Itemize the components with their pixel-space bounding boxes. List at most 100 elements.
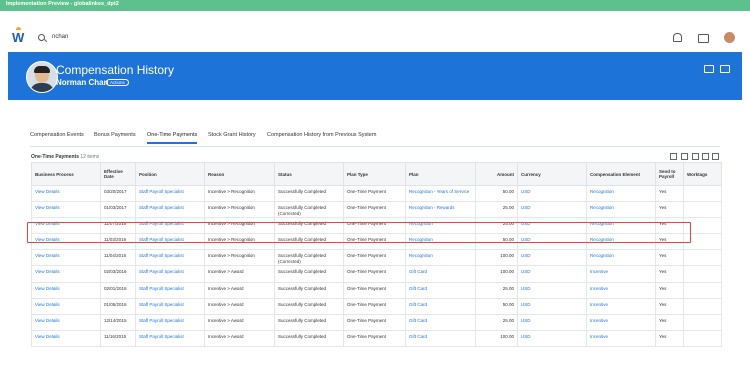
- table-cell[interactable]: Incentive: [586, 265, 656, 283]
- expand-icon[interactable]: [712, 153, 719, 160]
- column-header[interactable]: Reason: [204, 162, 275, 186]
- table-cell[interactable]: Staff Payroll Specialist: [135, 329, 205, 347]
- column-header[interactable]: Effective Date: [100, 162, 136, 186]
- table-cell[interactable]: Staff Payroll Specialist: [135, 184, 205, 203]
- table-cell: Successfully Completed: [274, 313, 344, 331]
- table-row: View Details 11/03/2016 Staff Payroll Spec…: [31, 233, 722, 251]
- table-row: View Details 02/01/2016 Staff Payroll Spec…: [31, 281, 722, 299]
- actions-badge[interactable]: Actions: [106, 79, 129, 86]
- table-cell[interactable]: Staff Payroll Specialist: [135, 265, 205, 283]
- tab-one-time-payments[interactable]: One-Time Payments: [147, 132, 198, 144]
- table-cell[interactable]: USD: [517, 297, 587, 315]
- tab-bonus-payments[interactable]: Bonus Payments: [94, 132, 136, 138]
- column-header[interactable]: Amount: [475, 162, 518, 186]
- table-view-icon[interactable]: [702, 153, 709, 160]
- table-cell[interactable]: Incentive: [586, 297, 656, 315]
- table-cell[interactable]: Recognition: [586, 233, 656, 251]
- table-cell: Successfully Completed (Corrected): [274, 249, 344, 267]
- table-cell[interactable]: Recognition: [405, 217, 476, 235]
- table-cell[interactable]: Recognition: [586, 217, 656, 235]
- search-icon[interactable]: [38, 34, 45, 41]
- table-cell[interactable]: Incentive: [586, 313, 656, 331]
- table-cell[interactable]: USD: [517, 313, 587, 331]
- table-cell: One-Time Payment: [343, 265, 406, 283]
- table-cell[interactable]: Recognition - Years of Service: [405, 184, 476, 203]
- table-cell[interactable]: Recognition: [586, 249, 656, 267]
- table-cell[interactable]: View Details: [31, 281, 101, 299]
- table-cell[interactable]: USD: [517, 233, 587, 251]
- table-cell[interactable]: Staff Payroll Specialist: [135, 201, 205, 219]
- table-cell: 100.00: [475, 329, 518, 347]
- table-cell[interactable]: Staff Payroll Specialist: [135, 217, 205, 235]
- table-cell[interactable]: Gift Card: [405, 265, 476, 283]
- table-cell[interactable]: Recognition: [405, 233, 476, 251]
- column-header[interactable]: Status: [274, 162, 344, 186]
- table-cell[interactable]: View Details: [31, 201, 101, 219]
- table-cell[interactable]: Gift Card: [405, 329, 476, 347]
- table-cell: [683, 313, 722, 331]
- table-cell[interactable]: USD: [517, 329, 587, 347]
- worker-name[interactable]: Norman Chan: [56, 78, 108, 87]
- table-cell[interactable]: Recognition: [405, 249, 476, 267]
- table-cell: Yes: [655, 184, 684, 203]
- column-header[interactable]: Send to Payroll: [655, 162, 684, 186]
- print-icon[interactable]: [720, 65, 730, 73]
- column-header[interactable]: Business Process: [31, 162, 101, 186]
- table-row: View Details 02/03/2016 Staff Payroll Spec…: [31, 265, 722, 283]
- bell-icon[interactable]: [673, 33, 682, 42]
- table-cell[interactable]: Gift Card: [405, 281, 476, 299]
- table-cell[interactable]: Recognition - Rewards: [405, 201, 476, 219]
- export-icon[interactable]: [670, 153, 677, 160]
- table-cell[interactable]: Recognition: [586, 184, 656, 203]
- table-cell[interactable]: View Details: [31, 297, 101, 315]
- table-cell[interactable]: USD: [517, 217, 587, 235]
- table-cell: [683, 281, 722, 299]
- table-cell[interactable]: USD: [517, 249, 587, 267]
- table-cell: One-Time Payment: [343, 201, 406, 219]
- search-input[interactable]: nchan: [52, 34, 68, 40]
- table-cell[interactable]: Staff Payroll Specialist: [135, 297, 205, 315]
- table-cell[interactable]: USD: [517, 201, 587, 219]
- grid-view-icon[interactable]: [704, 65, 714, 73]
- column-header[interactable]: Currency: [517, 162, 587, 186]
- environment-label: Implementation Preview - globalinkes_dpt…: [6, 1, 119, 7]
- table-cell: 100.00: [475, 249, 518, 267]
- workday-logo[interactable]: W: [12, 30, 24, 45]
- column-header[interactable]: Worktags: [683, 162, 722, 186]
- table-cell[interactable]: Incentive: [586, 281, 656, 299]
- column-header[interactable]: Position: [135, 162, 205, 186]
- table-cell: 25.00: [475, 217, 518, 235]
- column-header[interactable]: Compensation Element: [586, 162, 656, 186]
- table-cell[interactable]: View Details: [31, 265, 101, 283]
- table-cell[interactable]: USD: [517, 265, 587, 283]
- table-cell: Successfully Completed: [274, 265, 344, 283]
- table-cell[interactable]: Staff Payroll Specialist: [135, 313, 205, 331]
- table-cell[interactable]: Gift Card: [405, 297, 476, 315]
- inbox-icon[interactable]: [698, 34, 709, 43]
- column-header[interactable]: Plan Type: [343, 162, 406, 186]
- table-cell: One-Time Payment: [343, 184, 406, 203]
- table-cell[interactable]: View Details: [31, 184, 101, 203]
- table-cell[interactable]: View Details: [31, 217, 101, 235]
- table-cell[interactable]: Incentive: [586, 329, 656, 347]
- table-cell[interactable]: Staff Payroll Specialist: [135, 249, 205, 267]
- table-cell[interactable]: View Details: [31, 233, 101, 251]
- avatar[interactable]: [724, 32, 735, 43]
- table-row: View Details 11/16/2015 Staff Payroll Spec…: [31, 329, 722, 347]
- table-cell[interactable]: USD: [517, 281, 587, 299]
- table-cell[interactable]: USD: [517, 184, 587, 203]
- table-cell[interactable]: View Details: [31, 329, 101, 347]
- table-cell[interactable]: View Details: [31, 249, 101, 267]
- filter-icon[interactable]: [681, 153, 688, 160]
- tab-compensation-events[interactable]: Compensation Events: [30, 132, 84, 138]
- table-cell[interactable]: Recognition: [586, 201, 656, 219]
- table-row: View Details 03/20/2017 Staff Payroll Spec…: [31, 184, 722, 203]
- table-cell[interactable]: Gift Card: [405, 313, 476, 331]
- table-cell[interactable]: Staff Payroll Specialist: [135, 233, 205, 251]
- tab-compensation-history-previous[interactable]: Compensation History from Previous Syste…: [267, 132, 376, 138]
- chart-icon[interactable]: [692, 153, 699, 160]
- table-cell[interactable]: View Details: [31, 313, 101, 331]
- tab-stock-grant-history[interactable]: Stock Grant History: [208, 132, 256, 138]
- column-header[interactable]: Plan: [405, 162, 476, 186]
- table-cell[interactable]: Staff Payroll Specialist: [135, 281, 205, 299]
